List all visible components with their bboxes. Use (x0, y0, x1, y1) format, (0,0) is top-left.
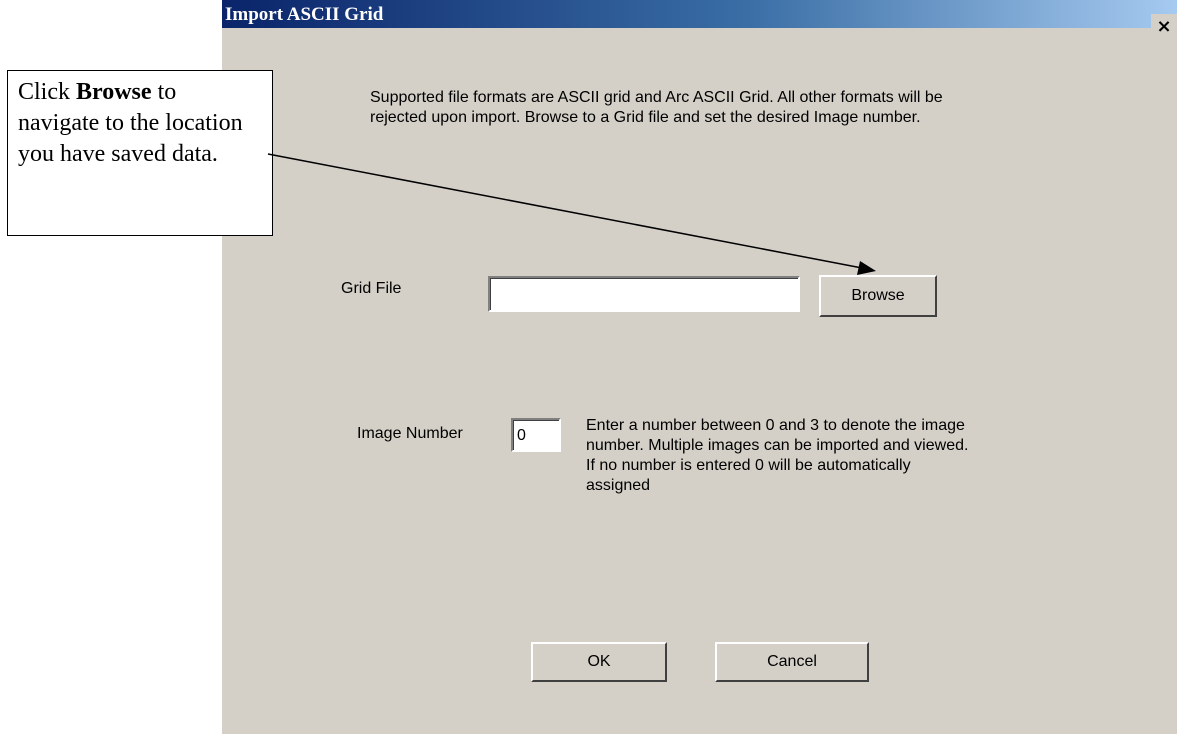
callout-arrow (267, 153, 876, 275)
arrow-head (857, 261, 876, 275)
arrow-line (267, 153, 863, 269)
